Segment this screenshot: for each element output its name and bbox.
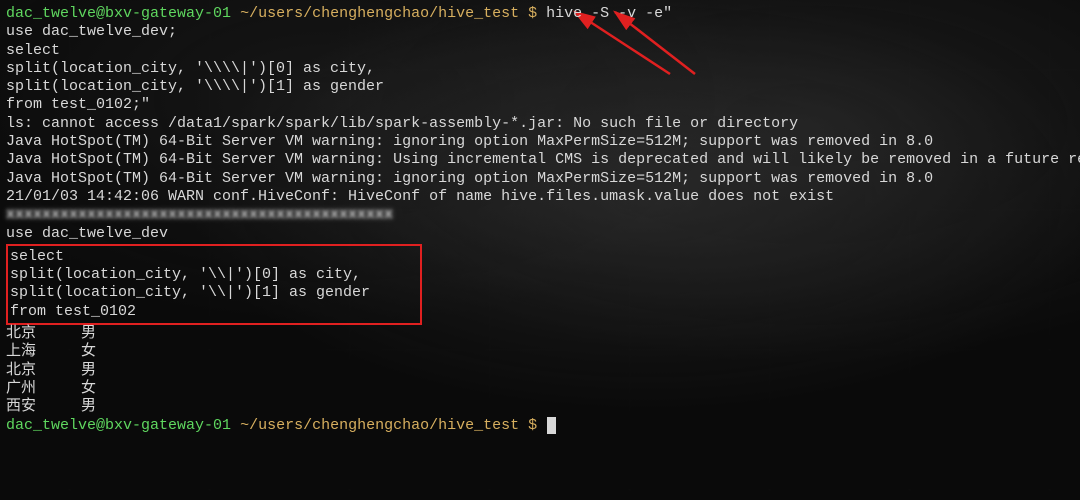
prompt-line-2[interactable]: dac_twelve@bxv-gateway-01 ~/users/chengh… bbox=[6, 417, 1072, 435]
prompt-dollar: $ bbox=[528, 417, 537, 434]
prompt-dollar: $ bbox=[528, 5, 537, 22]
command-text: hive -S -v -e" bbox=[546, 5, 672, 22]
input-line: use dac_twelve_dev; bbox=[6, 23, 1072, 41]
result-row: 西安 男 bbox=[6, 398, 1072, 416]
result-gender: 男 bbox=[81, 362, 96, 379]
warning-line: Java HotSpot(TM) 64-Bit Server VM warnin… bbox=[6, 133, 1072, 151]
terminal[interactable]: dac_twelve@bxv-gateway-01 ~/users/chengh… bbox=[0, 0, 1080, 440]
result-row: 北京 男 bbox=[6, 325, 1072, 343]
prompt-user: dac_twelve@bxv-gateway-01 bbox=[6, 5, 231, 22]
result-gender: 男 bbox=[81, 325, 96, 342]
prompt-line-1: dac_twelve@bxv-gateway-01 ~/users/chengh… bbox=[6, 5, 1072, 23]
input-line: split(location_city, '\\\\|')[0] as city… bbox=[6, 60, 1072, 78]
warning-line: Java HotSpot(TM) 64-Bit Server VM warnin… bbox=[6, 151, 1072, 169]
result-gender: 女 bbox=[81, 380, 96, 397]
highlighted-query-box: select split(location_city, '\\|')[0] as… bbox=[6, 244, 422, 325]
echo-use: use dac_twelve_dev bbox=[6, 225, 1072, 243]
boxed-query-line: select bbox=[10, 248, 370, 266]
terminal-cursor bbox=[547, 417, 556, 434]
input-line: split(location_city, '\\\\|')[1] as gend… bbox=[6, 78, 1072, 96]
warning-line: 21/01/03 14:42:06 WARN conf.HiveConf: Hi… bbox=[6, 188, 1072, 206]
input-line: from test_0102;" bbox=[6, 96, 1072, 114]
result-city: 上海 bbox=[6, 343, 36, 360]
boxed-query-line: split(location_city, '\\|')[0] as city, bbox=[10, 266, 370, 284]
warning-line: Java HotSpot(TM) 64-Bit Server VM warnin… bbox=[6, 170, 1072, 188]
result-gender: 男 bbox=[81, 398, 96, 415]
result-city: 西安 bbox=[6, 398, 36, 415]
prompt-user: dac_twelve@bxv-gateway-01 bbox=[6, 417, 231, 434]
result-city: 广州 bbox=[6, 380, 36, 397]
result-row: 上海 女 bbox=[6, 343, 1072, 361]
result-row: 北京 男 bbox=[6, 362, 1072, 380]
warning-line: ls: cannot access /data1/spark/spark/lib… bbox=[6, 115, 1072, 133]
input-line: select bbox=[6, 42, 1072, 60]
boxed-query-line: split(location_city, '\\|')[1] as gender bbox=[10, 284, 370, 302]
result-gender: 女 bbox=[81, 343, 96, 360]
result-row: 广州 女 bbox=[6, 380, 1072, 398]
result-city: 北京 bbox=[6, 325, 36, 342]
prompt-path: ~/users/chenghengchao/hive_test bbox=[240, 417, 519, 434]
prompt-path: ~/users/chenghengchao/hive_test bbox=[240, 5, 519, 22]
boxed-query-line: from test_0102 bbox=[10, 303, 370, 321]
result-city: 北京 bbox=[6, 362, 36, 379]
redacted-line: xxxxxxxxxxxxxxxxxxxxxxxxxxxxxxxxxxxxxxxx… bbox=[6, 206, 1072, 224]
